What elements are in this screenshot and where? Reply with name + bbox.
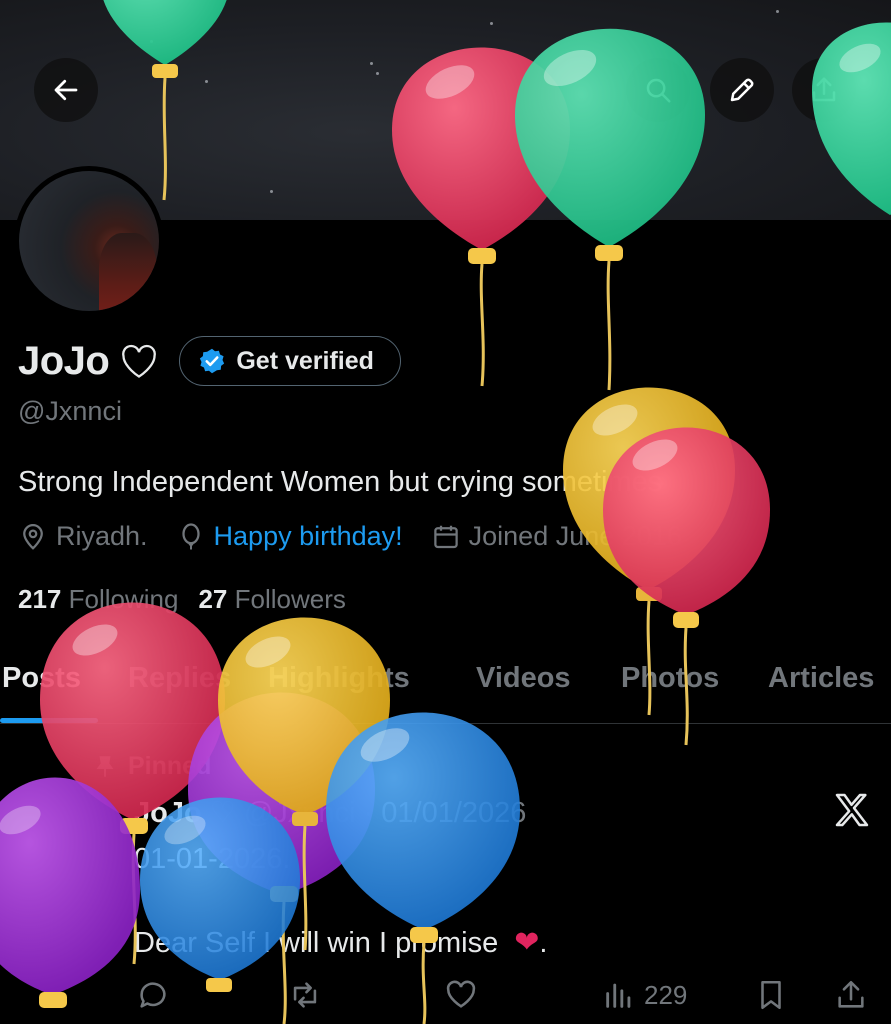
post-text-line-2: Dear Self I will win I promise ❤. — [134, 925, 547, 960]
tab-photos[interactable]: Photos — [621, 662, 719, 695]
calendar-icon — [433, 525, 458, 548]
balloon-icon — [181, 522, 200, 549]
back-arrow-icon — [54, 79, 78, 101]
heart-outline-icon — [122, 344, 157, 378]
search-icon — [646, 78, 671, 103]
profile-handle: @Jxnnci — [18, 396, 122, 426]
share-icon — [812, 77, 836, 102]
tab-articles[interactable]: Articles — [768, 662, 874, 695]
tab-videos[interactable]: Videos — [476, 662, 571, 695]
tab-highlights[interactable]: Highlights — [268, 662, 410, 695]
balloon-purple — [0, 777, 140, 1008]
active-tab-indicator — [0, 718, 98, 723]
pinned-label-row: Pinned — [92, 752, 211, 781]
x-logo-icon[interactable] — [832, 790, 872, 830]
profile-avatar[interactable] — [14, 166, 164, 316]
search-button[interactable] — [626, 58, 690, 122]
following-label: Following — [68, 584, 179, 614]
like-button[interactable] — [444, 978, 478, 1012]
share-post-icon — [838, 980, 864, 1008]
post-author-heart: ♡ — [209, 797, 236, 829]
birthday-item[interactable]: Happy birthday! — [176, 521, 403, 552]
joined-item: Joined June 2016 — [431, 521, 682, 552]
following-count: 217 — [18, 584, 62, 614]
share-profile-button[interactable] — [792, 58, 856, 122]
views-count: 229 — [644, 979, 688, 1010]
post-header: JoJo ♡ @Jxnnci · 01/01/2026 — [134, 795, 526, 830]
edit-profile-button[interactable] — [710, 58, 774, 122]
views-button[interactable]: 229 — [602, 978, 687, 1012]
reply-icon — [140, 982, 166, 1008]
followers-label: Followers — [234, 584, 346, 614]
following-link[interactable]: 217 Following — [18, 584, 178, 615]
location-item: Riyadh. — [18, 521, 148, 552]
post-date[interactable]: 01/01/2026 — [381, 797, 526, 829]
get-verified-label: Get verified — [236, 346, 374, 375]
profile-name-row: JoJo Get verified — [18, 336, 401, 386]
avatar-figure — [99, 233, 157, 311]
edit-pencil-icon — [730, 78, 754, 102]
tab-posts[interactable]: Posts — [2, 662, 81, 695]
profile-name: JoJo — [18, 338, 110, 383]
location-icon — [23, 523, 43, 550]
profile-meta-row: Riyadh. Happy birthday! Joined June 2016 — [18, 521, 710, 552]
post-author[interactable]: JoJo — [134, 797, 202, 829]
bookmark-button[interactable] — [754, 978, 788, 1012]
joined-text: Joined June 2016 — [468, 521, 682, 551]
followers-count: 27 — [198, 584, 228, 614]
location-text: Riyadh. — [56, 521, 148, 551]
bookmark-icon — [761, 980, 781, 1010]
repost-button[interactable] — [288, 978, 322, 1012]
birthday-text[interactable]: Happy birthday! — [214, 521, 403, 552]
post-handle[interactable]: @Jxnnci — [244, 797, 356, 829]
profile-bio: Strong Independent Women but crying some… — [18, 466, 663, 498]
views-icon — [606, 983, 631, 1008]
follow-stats: 217 Following 27 Followers — [18, 584, 346, 615]
verified-badge-icon — [200, 348, 225, 374]
followers-link[interactable]: 27 Followers — [198, 584, 345, 615]
red-heart-emoji: ❤ — [514, 926, 540, 959]
get-verified-button[interactable]: Get verified — [179, 336, 401, 386]
post-separator: · — [363, 797, 374, 829]
post-text: Dear Self I will win I promise — [134, 927, 499, 959]
back-button[interactable] — [34, 58, 98, 122]
reply-button[interactable] — [136, 978, 170, 1012]
post-text-line-1: 01-01-2026. — [134, 843, 291, 875]
pin-icon — [96, 755, 114, 777]
profile-tabs: Posts Replies Highlights Videos Photos A… — [0, 650, 891, 724]
share-post-button[interactable] — [834, 978, 868, 1012]
pinned-label: Pinned — [128, 752, 212, 780]
repost-icon — [293, 982, 317, 1008]
post-text-tail: . — [539, 927, 548, 959]
tab-replies[interactable]: Replies — [128, 662, 231, 695]
post-actions: 229 — [0, 978, 891, 1024]
like-icon — [446, 980, 476, 1008]
